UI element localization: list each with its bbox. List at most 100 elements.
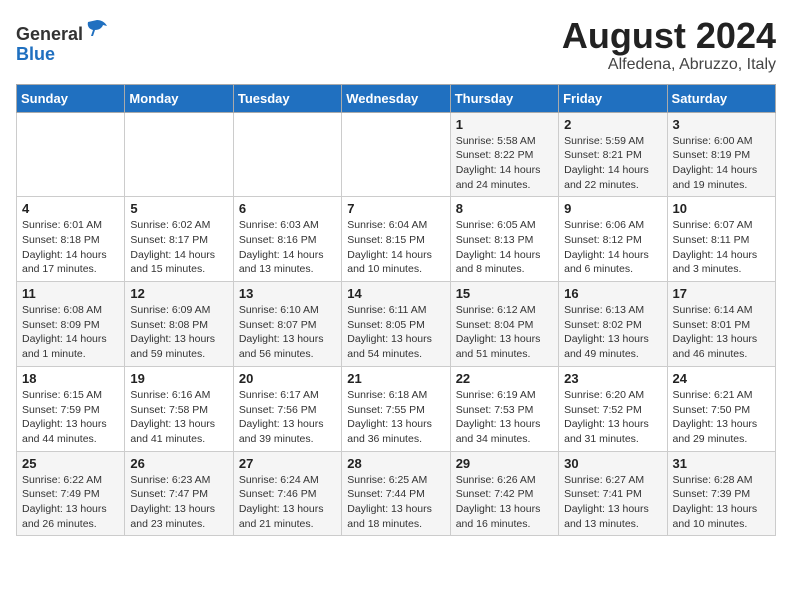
- day-info: Sunrise: 6:04 AM Sunset: 8:15 PM Dayligh…: [347, 218, 444, 277]
- calendar-cell: 22 Sunrise: 6:19 AM Sunset: 7:53 PM Dayli…: [450, 366, 558, 451]
- day-number: 12: [130, 286, 227, 301]
- calendar-cell: 20 Sunrise: 6:17 AM Sunset: 7:56 PM Dayli…: [233, 366, 341, 451]
- dow-header-friday: Friday: [559, 84, 667, 112]
- day-info: Sunrise: 5:58 AM Sunset: 8:22 PM Dayligh…: [456, 134, 553, 193]
- day-number: 31: [673, 456, 770, 471]
- day-number: 16: [564, 286, 661, 301]
- day-info: Sunrise: 6:15 AM Sunset: 7:59 PM Dayligh…: [22, 388, 119, 447]
- calendar-cell: 7 Sunrise: 6:04 AM Sunset: 8:15 PM Daylig…: [342, 197, 450, 282]
- day-number: 10: [673, 201, 770, 216]
- calendar-cell: 1 Sunrise: 5:58 AM Sunset: 8:22 PM Daylig…: [450, 112, 558, 197]
- day-number: 7: [347, 201, 444, 216]
- calendar-cell: 21 Sunrise: 6:18 AM Sunset: 7:55 PM Dayli…: [342, 366, 450, 451]
- calendar-cell: 27 Sunrise: 6:24 AM Sunset: 7:46 PM Dayli…: [233, 451, 341, 536]
- title-block: August 2024 Alfedena, Abruzzo, Italy: [562, 16, 776, 74]
- month-year: August 2024: [562, 16, 776, 56]
- day-number: 28: [347, 456, 444, 471]
- day-info: Sunrise: 6:16 AM Sunset: 7:58 PM Dayligh…: [130, 388, 227, 447]
- calendar-cell: 15Sunrise: 6:12 AM Sunset: 8:04 PM Dayli…: [450, 282, 558, 367]
- calendar-cell: 16Sunrise: 6:13 AM Sunset: 8:02 PM Dayli…: [559, 282, 667, 367]
- location: Alfedena, Abruzzo, Italy: [562, 56, 776, 74]
- day-info: Sunrise: 6:08 AM Sunset: 8:09 PM Dayligh…: [22, 303, 119, 362]
- calendar-cell: 13 Sunrise: 6:10 AM Sunset: 8:07 PM Dayli…: [233, 282, 341, 367]
- calendar-cell: 4 Sunrise: 6:01 AM Sunset: 8:18 PM Daylig…: [17, 197, 125, 282]
- calendar-cell: 6 Sunrise: 6:03 AM Sunset: 8:16 PM Daylig…: [233, 197, 341, 282]
- day-info: Sunrise: 6:14 AM Sunset: 8:01 PM Dayligh…: [673, 303, 770, 362]
- day-number: 24: [673, 371, 770, 386]
- calendar-table: SundayMondayTuesdayWednesdayThursdayFrid…: [16, 84, 776, 537]
- logo-bird-icon: [85, 16, 109, 40]
- day-number: 1: [456, 117, 553, 132]
- calendar-cell: 24 Sunrise: 6:21 AM Sunset: 7:50 PM Dayli…: [667, 366, 775, 451]
- page-header: General Blue August 2024 Alfedena, Abruz…: [16, 16, 776, 74]
- day-number: 19: [130, 371, 227, 386]
- day-info: Sunrise: 6:26 AM Sunset: 7:42 PM Dayligh…: [456, 473, 553, 532]
- calendar-cell: 9 Sunrise: 6:06 AM Sunset: 8:12 PM Daylig…: [559, 197, 667, 282]
- day-info: Sunrise: 6:11 AM Sunset: 8:05 PM Dayligh…: [347, 303, 444, 362]
- day-info: Sunrise: 6:28 AM Sunset: 7:39 PM Dayligh…: [673, 473, 770, 532]
- day-number: 8: [456, 201, 553, 216]
- day-number: 30: [564, 456, 661, 471]
- day-number: 22: [456, 371, 553, 386]
- day-info: Sunrise: 6:18 AM Sunset: 7:55 PM Dayligh…: [347, 388, 444, 447]
- calendar-cell: 25 Sunrise: 6:22 AM Sunset: 7:49 PM Dayli…: [17, 451, 125, 536]
- calendar-cell: 19 Sunrise: 6:16 AM Sunset: 7:58 PM Dayli…: [125, 366, 233, 451]
- day-number: 18: [22, 371, 119, 386]
- day-number: 9: [564, 201, 661, 216]
- calendar-cell: 31 Sunrise: 6:28 AM Sunset: 7:39 PM Dayli…: [667, 451, 775, 536]
- day-info: Sunrise: 6:00 AM Sunset: 8:19 PM Dayligh…: [673, 134, 770, 193]
- day-info: Sunrise: 6:05 AM Sunset: 8:13 PM Dayligh…: [456, 218, 553, 277]
- day-number: 6: [239, 201, 336, 216]
- day-number: 13: [239, 286, 336, 301]
- dow-header-thursday: Thursday: [450, 84, 558, 112]
- calendar-cell: 30 Sunrise: 6:27 AM Sunset: 7:41 PM Dayli…: [559, 451, 667, 536]
- calendar-cell: 11 Sunrise: 6:08 AM Sunset: 8:09 PM Dayli…: [17, 282, 125, 367]
- day-info: Sunrise: 6:02 AM Sunset: 8:17 PM Dayligh…: [130, 218, 227, 277]
- day-info: Sunrise: 6:09 AM Sunset: 8:08 PM Dayligh…: [130, 303, 227, 362]
- dow-header-saturday: Saturday: [667, 84, 775, 112]
- day-info: Sunrise: 6:22 AM Sunset: 7:49 PM Dayligh…: [22, 473, 119, 532]
- day-info: Sunrise: 6:10 AM Sunset: 8:07 PM Dayligh…: [239, 303, 336, 362]
- day-number: 23: [564, 371, 661, 386]
- day-number: 20: [239, 371, 336, 386]
- day-number: 14: [347, 286, 444, 301]
- calendar-cell: 23 Sunrise: 6:20 AM Sunset: 7:52 PM Dayli…: [559, 366, 667, 451]
- calendar-cell: 14 Sunrise: 6:11 AM Sunset: 8:05 PM Dayli…: [342, 282, 450, 367]
- calendar-cell: [17, 112, 125, 197]
- day-info: Sunrise: 6:17 AM Sunset: 7:56 PM Dayligh…: [239, 388, 336, 447]
- day-info: Sunrise: 6:20 AM Sunset: 7:52 PM Dayligh…: [564, 388, 661, 447]
- calendar-cell: [125, 112, 233, 197]
- day-info: Sunrise: 6:06 AM Sunset: 8:12 PM Dayligh…: [564, 218, 661, 277]
- day-number: 11: [22, 286, 119, 301]
- day-info: Sunrise: 6:23 AM Sunset: 7:47 PM Dayligh…: [130, 473, 227, 532]
- calendar-cell: 8 Sunrise: 6:05 AM Sunset: 8:13 PM Daylig…: [450, 197, 558, 282]
- day-info: Sunrise: 6:21 AM Sunset: 7:50 PM Dayligh…: [673, 388, 770, 447]
- day-info: Sunrise: 6:19 AM Sunset: 7:53 PM Dayligh…: [456, 388, 553, 447]
- day-info: Sunrise: 6:03 AM Sunset: 8:16 PM Dayligh…: [239, 218, 336, 277]
- day-info: Sunrise: 6:27 AM Sunset: 7:41 PM Dayligh…: [564, 473, 661, 532]
- calendar-cell: 26Sunrise: 6:23 AM Sunset: 7:47 PM Dayli…: [125, 451, 233, 536]
- calendar-cell: 29 Sunrise: 6:26 AM Sunset: 7:42 PM Dayli…: [450, 451, 558, 536]
- day-number: 15: [456, 286, 553, 301]
- day-info: Sunrise: 6:24 AM Sunset: 7:46 PM Dayligh…: [239, 473, 336, 532]
- day-number: 27: [239, 456, 336, 471]
- day-number: 2: [564, 117, 661, 132]
- logo-blue: Blue: [16, 44, 55, 64]
- day-info: Sunrise: 5:59 AM Sunset: 8:21 PM Dayligh…: [564, 134, 661, 193]
- calendar-cell: [342, 112, 450, 197]
- day-info: Sunrise: 6:01 AM Sunset: 8:18 PM Dayligh…: [22, 218, 119, 277]
- dow-header-wednesday: Wednesday: [342, 84, 450, 112]
- day-number: 25: [22, 456, 119, 471]
- calendar-cell: 2 Sunrise: 5:59 AM Sunset: 8:21 PM Daylig…: [559, 112, 667, 197]
- logo: General Blue: [16, 16, 109, 65]
- dow-header-monday: Monday: [125, 84, 233, 112]
- day-number: 4: [22, 201, 119, 216]
- calendar-cell: 12 Sunrise: 6:09 AM Sunset: 8:08 PM Dayli…: [125, 282, 233, 367]
- logo-general: General: [16, 24, 83, 44]
- calendar-cell: [233, 112, 341, 197]
- day-number: 21: [347, 371, 444, 386]
- day-number: 29: [456, 456, 553, 471]
- calendar-cell: 5Sunrise: 6:02 AM Sunset: 8:17 PM Daylig…: [125, 197, 233, 282]
- calendar-cell: 18 Sunrise: 6:15 AM Sunset: 7:59 PM Dayli…: [17, 366, 125, 451]
- day-info: Sunrise: 6:25 AM Sunset: 7:44 PM Dayligh…: [347, 473, 444, 532]
